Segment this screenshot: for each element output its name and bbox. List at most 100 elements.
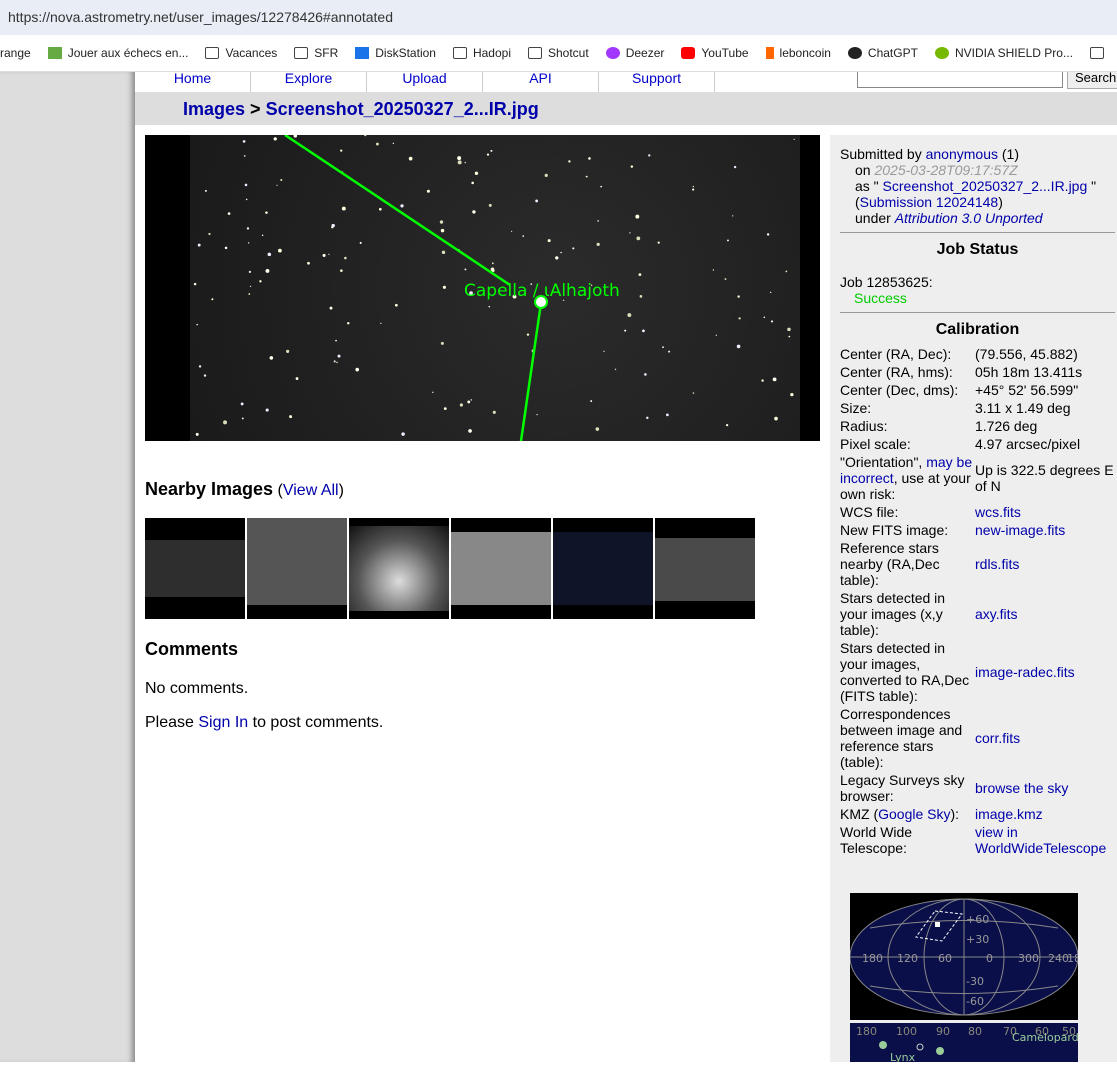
bookmark[interactable]: range — [0, 46, 31, 60]
file-link[interactable]: new-image.fits — [975, 522, 1065, 538]
thumbnail[interactable] — [145, 518, 245, 619]
bookmark[interactable]: DiskStation — [355, 46, 436, 60]
star — [249, 285, 252, 288]
star — [692, 185, 694, 188]
star — [510, 230, 513, 232]
star — [761, 379, 764, 382]
nav-api[interactable]: API — [483, 72, 599, 92]
star — [408, 156, 413, 161]
submission-link[interactable]: Submission 12024148 — [860, 194, 999, 210]
label: World Wide Telescope: — [840, 824, 913, 856]
orientation-value: Up is 322.5 degrees E of N — [975, 462, 1114, 494]
file-link[interactable]: axy.fits — [975, 606, 1018, 622]
star — [340, 149, 343, 152]
address-bar[interactable]: https://nova.astrometry.net/user_images/… — [0, 0, 1117, 35]
filename-link[interactable]: Screenshot_20250327_2...IR.jpg — [883, 178, 1088, 194]
star — [585, 175, 588, 178]
lon-label: 240 — [1048, 952, 1069, 965]
star — [572, 247, 575, 250]
calibration-table: Center (RA, Dec): (79.556, 45.882) Center … — [840, 345, 1117, 857]
breadcrumb-images[interactable]: Images — [183, 99, 245, 119]
bookmark[interactable]: Hadopi — [452, 46, 511, 60]
user-link[interactable]: anonymous — [926, 146, 998, 162]
user-count: (1) — [998, 146, 1019, 162]
star — [442, 285, 446, 289]
file-key: New FITS image: — [840, 522, 949, 538]
annotated-image[interactable]: Capella / ιAlhajoth — [145, 135, 820, 441]
file-link[interactable]: browse the sky — [975, 780, 1068, 796]
nav-explore[interactable]: Explore — [251, 72, 367, 92]
search-button[interactable]: Search — [1067, 71, 1117, 89]
star — [793, 138, 795, 140]
google-sky-link[interactable]: Google Sky — [878, 806, 950, 822]
bookmark[interactable]: NVIDIA SHIELD Pro... — [934, 46, 1073, 60]
star — [394, 303, 398, 307]
breadcrumb-separator: > — [245, 99, 266, 119]
bookmark[interactable]: YouTube — [681, 46, 749, 60]
capella-label: Capella / ιAlhajoth — [464, 281, 620, 301]
lon-label: 300 — [1018, 952, 1039, 965]
star — [203, 374, 207, 377]
view-all-link[interactable]: View All — [283, 482, 339, 499]
file-link[interactable]: image-radec.fits — [975, 664, 1075, 680]
breadcrumb-current[interactable]: Screenshot_20250327_2...IR.jpg — [266, 99, 539, 119]
star — [638, 273, 642, 276]
star — [547, 239, 551, 243]
bookmark[interactable]: Jouer aux échecs en... — [47, 46, 188, 60]
bookmark[interactable]: SFR — [294, 46, 338, 60]
bookmark[interactable]: Deezer — [605, 46, 664, 60]
star — [600, 185, 603, 188]
thumbnail[interactable] — [655, 518, 755, 619]
star — [766, 233, 770, 236]
star — [467, 400, 471, 404]
star — [588, 157, 591, 160]
star — [668, 350, 671, 353]
file-link[interactable]: wcs.fits — [975, 504, 1021, 520]
license-link[interactable]: Attribution 3.0 Unported — [895, 210, 1043, 226]
star — [490, 149, 493, 152]
bookmark[interactable]: ChatGPT — [847, 46, 918, 60]
star — [787, 327, 791, 332]
bookmark[interactable]: leboncoin — [765, 46, 831, 60]
star — [227, 212, 231, 215]
star — [337, 354, 341, 358]
chess-icon — [47, 47, 62, 59]
thumbnail[interactable] — [451, 518, 551, 619]
nav-support[interactable]: Support — [599, 72, 715, 92]
thumbnail[interactable] — [349, 518, 449, 619]
file-link[interactable]: rdls.fits — [975, 556, 1019, 572]
star — [488, 305, 491, 308]
annotation-line — [519, 302, 543, 441]
wwt-link[interactable]: view in WorldWideTelescope — [975, 824, 1106, 856]
kmz-link[interactable]: image.kmz — [975, 806, 1043, 822]
bookmark[interactable]: Vacances — [205, 46, 277, 60]
wwt-row: World Wide Telescope: view in WorldWideTe… — [840, 823, 1117, 857]
star — [335, 339, 337, 342]
sign-in-prompt: Please Sign In to post comments. — [145, 714, 383, 732]
folder-icon — [452, 47, 467, 59]
nav-home[interactable]: Home — [135, 72, 251, 92]
star — [341, 206, 346, 211]
star — [560, 251, 562, 254]
star — [426, 189, 430, 193]
allsky-plot: +60 +30 -30 -60 180 120 60 0 300 240 180 — [849, 898, 1088, 1016]
youtube-icon — [681, 47, 696, 59]
star — [204, 189, 207, 192]
nav-upload[interactable]: Upload — [367, 72, 483, 92]
search-input[interactable] — [857, 72, 1063, 88]
bookmark-folder[interactable] — [1089, 47, 1110, 59]
bookmark-label: Shotcut — [548, 46, 589, 60]
star — [491, 262, 494, 265]
file-link[interactable]: corr.fits — [975, 730, 1020, 746]
sign-in-link[interactable]: Sign In — [198, 714, 248, 731]
file-row: Stars detected in your images, converted… — [840, 639, 1117, 705]
thumbnail[interactable] — [553, 518, 653, 619]
label: on — [855, 162, 875, 178]
star — [732, 215, 734, 217]
star — [526, 333, 530, 336]
bookmark[interactable]: Shotcut — [528, 46, 589, 60]
thumbnail[interactable] — [247, 518, 347, 619]
star — [246, 227, 250, 230]
file-row: WCS file: wcs.fits — [840, 503, 1117, 521]
star — [248, 293, 251, 295]
